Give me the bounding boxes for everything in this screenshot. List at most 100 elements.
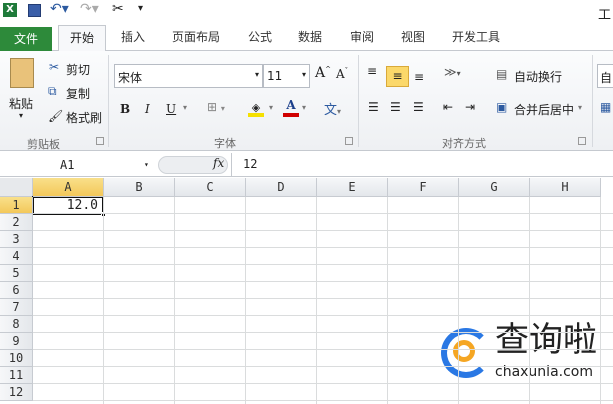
gridline <box>33 383 613 384</box>
orientation-button[interactable]: ≫▾ <box>444 65 461 79</box>
merge-center-button[interactable]: 合并后居中 <box>514 101 574 118</box>
row-header-7[interactable]: 7 <box>0 299 33 316</box>
column-header-d[interactable]: D <box>246 178 317 197</box>
decrease-indent-button[interactable]: ⇤ <box>443 100 453 114</box>
merge-dropdown[interactable]: ▾ <box>578 103 582 112</box>
tools-icon[interactable]: ✂ <box>112 1 124 17</box>
gridline <box>103 197 104 404</box>
number-format-value: 自 <box>600 71 613 85</box>
conditional-format-icon[interactable]: ▦ <box>600 100 611 114</box>
fill-color-button[interactable]: ◈ <box>248 101 264 117</box>
clipboard-group-label: 剪贴板 <box>27 138 60 151</box>
name-box[interactable]: A1 ▾ <box>0 154 156 176</box>
spreadsheet-grid[interactable]: 12.0 查询啦 chaxunla.com ABCDEFGH1234567891… <box>0 178 613 404</box>
customize-icon[interactable]: ▾ <box>138 3 143 14</box>
cut-icon: ✂ <box>49 60 60 74</box>
align-right-button[interactable]: ☰ <box>413 100 424 114</box>
ribbon: 粘贴 ▾ ✂ 剪切 ⧉ 复制 🖌 格式刷 剪贴板 宋体 ▾ 11 ▾ A^ Aˇ… <box>0 51 613 151</box>
tab-insert[interactable]: 插入 <box>121 28 145 45</box>
column-header-b[interactable]: B <box>104 178 175 197</box>
row-header-2[interactable]: 2 <box>0 214 33 231</box>
select-all-button[interactable] <box>0 178 33 197</box>
paste-dropdown[interactable]: ▾ <box>19 111 23 120</box>
column-header-f[interactable]: F <box>388 178 459 197</box>
formula-input[interactable]: 12 <box>243 157 257 171</box>
gridline <box>33 247 613 248</box>
row-header-8[interactable]: 8 <box>0 316 33 333</box>
save-icon[interactable] <box>28 4 41 17</box>
font-group-label: 字体 <box>214 137 236 150</box>
tab-data[interactable]: 数据 <box>298 28 322 45</box>
name-box-value: A1 <box>60 158 75 172</box>
underline-button[interactable]: U <box>166 102 176 116</box>
gridline <box>316 197 317 404</box>
shrink-font-button[interactable]: Aˇ <box>336 67 348 81</box>
increase-indent-button[interactable]: ⇥ <box>465 100 475 114</box>
row-header-10[interactable]: 10 <box>0 350 33 367</box>
cell-a1-value: 12.0 <box>66 198 98 213</box>
font-color-button[interactable]: A <box>283 98 299 117</box>
number-format-select[interactable]: 自 <box>597 64 613 88</box>
gridline <box>529 197 530 404</box>
row-header-6[interactable]: 6 <box>0 282 33 299</box>
column-header-e[interactable]: E <box>317 178 388 197</box>
alignment-launcher[interactable] <box>578 137 586 145</box>
column-header-g[interactable]: G <box>459 178 530 197</box>
font-name-select[interactable]: 宋体 ▾ <box>114 64 263 88</box>
copy-button[interactable]: 复制 <box>66 85 90 102</box>
column-header-a[interactable]: A <box>33 178 104 197</box>
row-header-3[interactable]: 3 <box>0 231 33 248</box>
row-header-11[interactable]: 11 <box>0 367 33 384</box>
gridline <box>33 332 613 333</box>
paste-button[interactable]: 粘贴 <box>9 95 33 112</box>
fill-color-dropdown[interactable]: ▾ <box>269 103 273 112</box>
clipboard-launcher[interactable] <box>96 137 104 145</box>
tab-home[interactable]: 开始 <box>58 25 106 52</box>
gridline <box>33 298 613 299</box>
align-middle-button[interactable]: ≡ <box>386 66 409 87</box>
phonetic-icon[interactable]: 文▾ <box>324 99 341 118</box>
underline-dropdown[interactable]: ▾ <box>183 103 187 112</box>
italic-button[interactable]: I <box>145 102 150 116</box>
row-header-1[interactable]: 1 <box>0 197 33 214</box>
paste-icon <box>10 58 34 88</box>
tab-view[interactable]: 视图 <box>401 28 425 45</box>
align-top-button[interactable]: ≡ <box>367 64 377 78</box>
gridline <box>600 197 601 404</box>
quick-access-toolbar: X ↶▾ ↷▾ ✂ ▾ 工作 <box>0 0 613 42</box>
wrap-text-button[interactable]: 自动换行 <box>514 68 562 85</box>
column-header-h[interactable]: H <box>530 178 601 197</box>
align-bottom-button[interactable]: ≡ <box>414 70 424 84</box>
undo-icon[interactable]: ↶▾ <box>50 1 69 17</box>
font-color-dropdown[interactable]: ▾ <box>302 103 306 112</box>
column-header-c[interactable]: C <box>175 178 246 197</box>
align-center-button[interactable]: ☰ <box>390 100 401 114</box>
grow-font-button[interactable]: A^ <box>315 65 331 81</box>
font-launcher[interactable] <box>345 137 353 145</box>
bold-button[interactable]: B <box>120 102 130 116</box>
insert-function-button[interactable]: fx <box>213 156 224 170</box>
alignment-group-label: 对齐方式 <box>442 137 486 150</box>
font-size-select[interactable]: 11 ▾ <box>263 64 310 88</box>
borders-icon[interactable]: ⊞ ▾ <box>207 100 225 114</box>
tab-review[interactable]: 审阅 <box>350 28 374 45</box>
tab-developer[interactable]: 开发工具 <box>452 28 500 45</box>
row-header-5[interactable]: 5 <box>0 265 33 282</box>
format-painter-button[interactable]: 格式刷 <box>66 109 102 126</box>
tab-file[interactable]: 文件 <box>0 27 52 51</box>
cut-button[interactable]: 剪切 <box>66 61 90 78</box>
gridline <box>245 197 246 404</box>
row-header-4[interactable]: 4 <box>0 248 33 265</box>
gridline <box>33 349 613 350</box>
formula-bar: A1 ▾ fx 12 <box>0 153 613 177</box>
redo-icon[interactable]: ↷▾ <box>80 1 99 17</box>
tab-formulas[interactable]: 公式 <box>248 28 272 45</box>
row-header-9[interactable]: 9 <box>0 333 33 350</box>
tab-page-layout[interactable]: 页面布局 <box>172 28 220 45</box>
gridline <box>33 230 613 231</box>
gridline <box>33 264 613 265</box>
gridline <box>33 281 613 282</box>
row-header-12[interactable]: 12 <box>0 384 33 401</box>
gridline <box>387 197 388 404</box>
align-left-button[interactable]: ☰ <box>368 100 379 114</box>
